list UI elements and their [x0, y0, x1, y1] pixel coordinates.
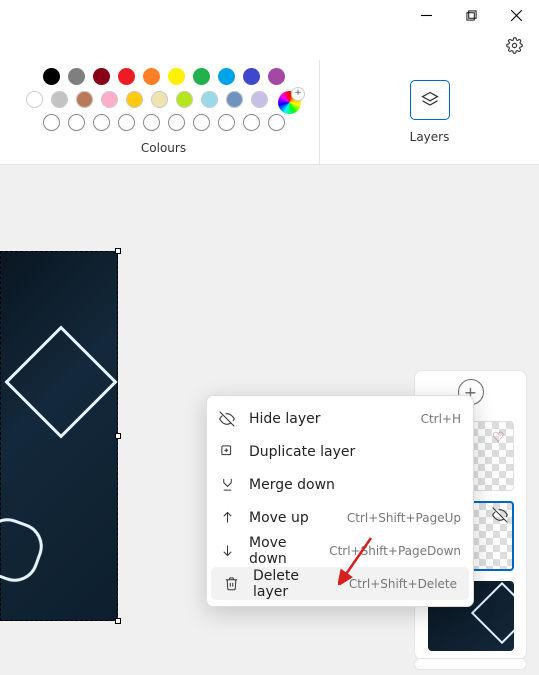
- colour-swatch[interactable]: [226, 91, 243, 108]
- resize-handle[interactable]: [115, 618, 121, 624]
- gear-icon: [506, 37, 523, 54]
- layer-context-menu: Hide layer Ctrl+H Duplicate layer Merge …: [206, 395, 474, 607]
- colour-swatch[interactable]: [251, 91, 268, 108]
- minimize-button[interactable]: [404, 0, 449, 30]
- colour-swatch[interactable]: [151, 91, 168, 108]
- swatches-row-3: [43, 114, 285, 131]
- colour-swatch-empty[interactable]: [243, 114, 260, 131]
- ctx-move-up[interactable]: Move up Ctrl+Shift+PageUp: [207, 501, 473, 534]
- settings-row: [0, 30, 539, 60]
- colour-swatch-empty[interactable]: [268, 114, 285, 131]
- colour-swatch-empty[interactable]: [68, 114, 85, 131]
- eye-off-icon: [219, 411, 235, 427]
- swatches-row-1: [43, 68, 285, 85]
- colour-swatch[interactable]: [193, 68, 210, 85]
- eye-off-icon: [492, 507, 508, 523]
- colour-swatch-empty[interactable]: [93, 114, 110, 131]
- colour-swatch[interactable]: [93, 68, 110, 85]
- colours-label: Colours: [141, 141, 186, 155]
- ctx-delete-layer[interactable]: Delete layer Ctrl+Shift+Delete: [211, 567, 469, 600]
- colour-swatch[interactable]: [126, 91, 143, 108]
- colour-swatch[interactable]: [176, 91, 193, 108]
- colour-swatch[interactable]: [43, 68, 60, 85]
- layers-button[interactable]: [410, 80, 450, 120]
- arrow-down-icon: [219, 543, 235, 559]
- edit-colours-button[interactable]: [278, 91, 301, 114]
- ctx-hide-layer[interactable]: Hide layer Ctrl+H: [207, 402, 473, 435]
- colour-swatch-empty[interactable]: [143, 114, 160, 131]
- colour-swatch[interactable]: [243, 68, 260, 85]
- ctx-duplicate-layer[interactable]: Duplicate layer: [207, 435, 473, 468]
- titlebar: [0, 0, 539, 30]
- colour-swatch-empty[interactable]: [118, 114, 135, 131]
- swatches-row-2: [26, 91, 268, 108]
- ctx-merge-down[interactable]: Merge down: [207, 468, 473, 501]
- settings-button[interactable]: [506, 37, 523, 54]
- colour-swatch[interactable]: [143, 68, 160, 85]
- colour-swatch-empty[interactable]: [43, 114, 60, 131]
- resize-handle[interactable]: [115, 248, 121, 254]
- duplicate-icon: [219, 444, 235, 460]
- colour-swatch[interactable]: [168, 68, 185, 85]
- colour-swatch[interactable]: [218, 68, 235, 85]
- colour-swatch[interactable]: [51, 91, 68, 108]
- colour-swatch-empty[interactable]: [193, 114, 210, 131]
- colour-swatch[interactable]: [101, 91, 118, 108]
- arrow-up-icon: [219, 510, 235, 526]
- layers-section: Layers: [320, 60, 539, 164]
- ctx-move-down[interactable]: Move down Ctrl+Shift+PageDown: [207, 534, 473, 567]
- layers-label: Layers: [410, 130, 450, 144]
- resize-handle[interactable]: [115, 433, 121, 439]
- colour-swatch-empty[interactable]: [218, 114, 235, 131]
- maximize-button[interactable]: [449, 0, 494, 30]
- colour-swatch-empty[interactable]: [168, 114, 185, 131]
- canvas-image[interactable]: [0, 251, 118, 621]
- merge-icon: [219, 477, 235, 493]
- layers-icon: [420, 90, 440, 110]
- colour-swatch[interactable]: [26, 91, 43, 108]
- colours-section: Colours: [0, 60, 320, 164]
- trash-icon: [223, 576, 239, 592]
- colour-swatch[interactable]: [76, 91, 93, 108]
- colour-swatch[interactable]: [118, 68, 135, 85]
- heart-icon: ♡: [492, 430, 505, 446]
- colour-swatch[interactable]: [201, 91, 218, 108]
- colour-swatch[interactable]: [268, 68, 285, 85]
- panel-section: [414, 658, 527, 670]
- close-button[interactable]: [494, 0, 539, 30]
- toolbar: Colours Layers: [0, 60, 539, 165]
- colour-swatch[interactable]: [68, 68, 85, 85]
